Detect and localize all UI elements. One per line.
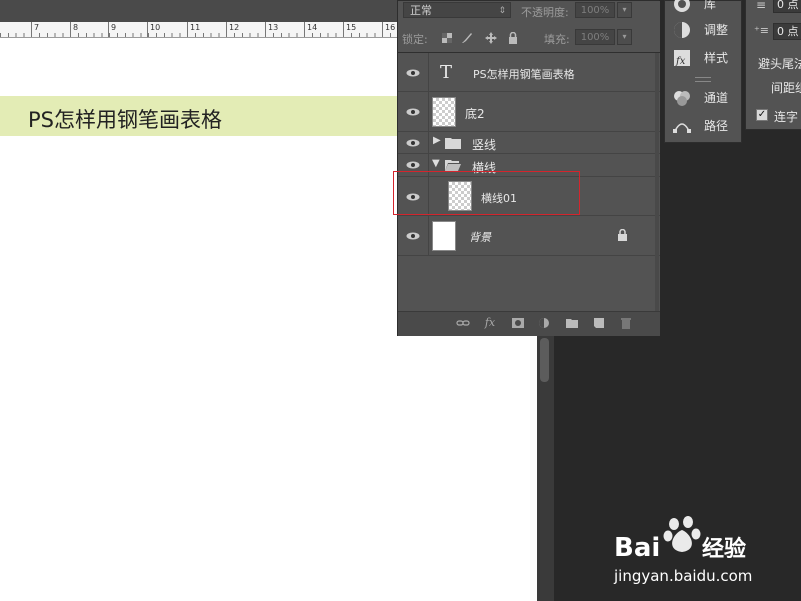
layer-name: PS怎样用钢笔画表格 <box>473 68 575 81</box>
ruler-label: 13 <box>268 23 279 32</box>
svg-text:fx: fx <box>675 56 686 67</box>
blend-mode-value: 正常 <box>410 4 432 17</box>
paragraph-panel: ≡ 0 点 ⁺≡ 0 点 避头尾法 间距组 ✓ 连字 <box>745 0 801 130</box>
open-folder-icon <box>445 160 461 171</box>
banner-title: PS怎样用钢笔画表格 <box>28 108 222 132</box>
lock-label: 锁定: <box>402 33 428 46</box>
ruler-label: 16 <box>385 23 396 32</box>
layers-bottom-bar: fx <box>398 311 660 336</box>
opacity-dropdown-icon[interactable]: ▾ <box>617 2 632 18</box>
side-label: 路径 <box>704 119 729 133</box>
layer-row-text[interactable]: T PS怎样用钢笔画表格 <box>398 53 660 92</box>
layers-panel: 正常 ⇕ 不透明度: 100% ▾ 锁定: 填充: 100% ▾ T PS怎样用… <box>397 0 660 336</box>
lock-icon <box>618 229 627 241</box>
indent-icon: ≡ <box>756 0 767 12</box>
lock-all-icon[interactable] <box>507 32 519 44</box>
collapse-arrow-icon[interactable]: ▼ <box>432 158 440 169</box>
watermark-url: jingyan.baidu.com <box>614 567 753 585</box>
layer-thumbnail <box>432 221 456 251</box>
layer-thumbnail <box>432 97 456 127</box>
kinsoku-label[interactable]: 避头尾法 <box>758 55 801 72</box>
paths-icon <box>673 123 691 133</box>
trash-icon[interactable] <box>619 317 633 329</box>
ruler-label: 11 <box>190 23 201 32</box>
eye-icon[interactable] <box>406 69 420 77</box>
fx-icon[interactable]: fx <box>483 317 497 329</box>
adjustment-icon[interactable] <box>538 317 552 329</box>
ruler-label: 7 <box>34 23 40 32</box>
side-label: 调整 <box>704 23 729 37</box>
ruler-label: 9 <box>111 23 117 32</box>
opacity-input[interactable]: 100% <box>575 2 615 18</box>
selection-highlight <box>393 171 580 215</box>
svg-text:经验: 经验 <box>702 536 746 562</box>
baidu-logo-text: Bai <box>614 533 660 563</box>
side-label: 库 <box>704 0 717 11</box>
folder-icon[interactable] <box>565 317 579 329</box>
fill-label: 填充: <box>544 33 570 46</box>
mojikumi-label[interactable]: 间距组 <box>771 79 801 96</box>
mask-icon[interactable] <box>511 317 525 329</box>
lock-row: 锁定: 填充: 100% ▾ <box>398 24 660 53</box>
ruler-label: 8 <box>73 23 79 32</box>
blend-mode-select[interactable]: 正常 ⇕ <box>403 2 511 18</box>
fill-dropdown-icon[interactable]: ▾ <box>617 29 632 45</box>
hyphenate-label: 连字 <box>774 110 799 124</box>
space-before-icon: ⁺≡ <box>754 24 770 37</box>
lock-transparency-icon[interactable] <box>441 32 453 44</box>
space-before-field[interactable]: 0 点 <box>773 23 801 40</box>
blend-row: 正常 ⇕ 不透明度: 100% ▾ <box>398 1 660 25</box>
move-lock-icon[interactable] <box>485 32 497 44</box>
layer-row-di2[interactable]: 底2 <box>398 92 660 132</box>
layer-name: 底2 <box>465 107 485 121</box>
ruler-label: 10 <box>150 23 161 32</box>
indent-field[interactable]: 0 点 <box>773 0 801 13</box>
new-layer-icon[interactable] <box>592 317 606 329</box>
ruler-label: 12 <box>229 23 240 32</box>
eye-icon[interactable] <box>406 232 420 240</box>
panel-grip[interactable] <box>695 77 711 82</box>
adjustment-icon <box>674 22 690 38</box>
group-name: 竖线 <box>472 138 497 152</box>
link-icon[interactable] <box>456 317 470 329</box>
layer-row-background[interactable]: 背景 <box>398 216 660 256</box>
text-layer-icon: T <box>440 62 453 83</box>
eye-icon[interactable] <box>406 139 420 147</box>
layer-name: 背景 <box>469 231 491 244</box>
ruler-label: 14 <box>307 23 318 32</box>
side-label: 通道 <box>704 91 729 105</box>
library-icon <box>674 0 690 12</box>
expand-arrow-icon[interactable]: ▶ <box>433 135 441 146</box>
layers-scrollbar[interactable] <box>655 53 659 311</box>
folder-icon <box>445 138 461 149</box>
eye-icon[interactable] <box>406 108 420 116</box>
layer-group-shuxian[interactable]: ▶ 竖线 <box>398 132 660 154</box>
scrollbar-thumb[interactable] <box>540 338 549 382</box>
eye-icon[interactable] <box>406 161 420 169</box>
channels-icon <box>674 91 690 106</box>
hyphenate-checkbox[interactable]: ✓ <box>756 109 768 121</box>
side-label: 样式 <box>704 51 729 65</box>
fill-input[interactable]: 100% <box>575 29 615 45</box>
updown-arrow-icon: ⇕ <box>498 6 506 16</box>
styles-icon: fx <box>674 50 690 67</box>
opacity-label: 不透明度: <box>521 6 569 19</box>
side-icon-panel: 库 调整 fx 样式 通道 路径 <box>664 0 742 143</box>
brush-lock-icon[interactable] <box>461 32 473 44</box>
ruler-label: 15 <box>346 23 357 32</box>
